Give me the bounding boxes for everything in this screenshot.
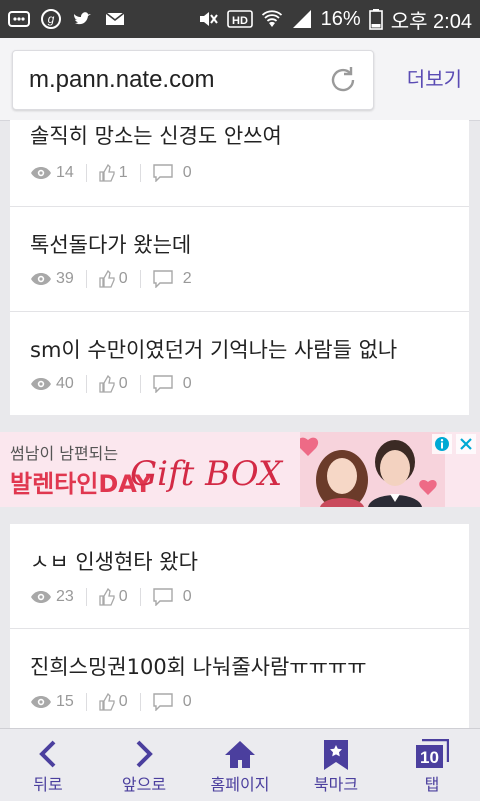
post-title[interactable]: sm이 수만이였던거 기억나는 사람들 없나 [30,334,397,364]
tabs-label: 탭 [424,775,440,794]
comments-count: 2 [182,270,192,287]
likes-count: 0 [118,693,128,710]
post-item[interactable]: 진희스밍권100회 나눠줄사람ㅠㅠㅠㅠ 15 0 0 [10,628,469,728]
tabs-button[interactable]: 10 탭 [384,729,480,801]
views-icon [31,378,51,390]
post-item[interactable]: 솔직히 망소는 신경도 안쓰여 14 1 0 [10,120,469,207]
hd-label: HD [232,15,248,27]
back-arrow-icon [39,740,56,768]
forward-label: 앞으로 [121,775,167,794]
comment-icon [153,693,173,711]
status-bar: g HD 16% 오후 2:04 [0,0,480,38]
post-list-card: 솔직히 망소는 신경도 안쓰여 14 1 0 톡선돌다가 왔는데 39 0 2 … [10,120,469,415]
mail-icon [104,8,126,30]
like-icon [99,270,115,288]
twitter-icon [72,8,94,30]
page-content[interactable]: 솔직히 망소는 신경도 안쓰여 14 1 0 톡선돌다가 왔는데 39 0 2 … [0,120,480,728]
comments-count: 0 [182,693,192,710]
comments-count: 0 [182,375,192,392]
bookmark-icon [324,740,348,770]
post-meta: 39 0 2 [30,270,192,288]
wifi-icon [261,8,283,30]
forward-arrow-icon [136,740,153,768]
post-meta: 40 0 0 [30,375,192,393]
more-notifications-icon [8,8,30,30]
post-item[interactable]: sm이 수만이였던거 기억나는 사람들 없나 40 0 0 [10,311,469,415]
ad-gift-text: Gift BOX [130,454,283,494]
likes-count: 0 [118,270,128,287]
post-title[interactable]: 진희스밍권100회 나눠줄사람ㅠㅠㅠㅠ [30,651,367,681]
like-icon [99,375,115,393]
ad-banner[interactable]: 썸남이 남편되는 발렌타인DAY Gift BOX [0,432,480,507]
post-title[interactable]: 톡선돌다가 왔는데 [30,229,191,259]
hd-voice-icon: HD [226,8,253,30]
address-bar: m.pann.nate.com 더보기 [0,38,480,121]
reload-icon[interactable] [327,64,359,96]
ad-info-icon[interactable] [432,434,452,454]
views-icon [31,273,51,285]
svg-text:g: g [48,12,55,26]
url-text[interactable]: m.pann.nate.com [29,51,214,109]
signal-icon [291,8,313,30]
post-list-card: ㅅㅂ 인생현타 왔다 23 0 0 진희스밍권100회 나눠줄사람ㅠㅠㅠㅠ 15… [10,524,469,728]
ad-couple-image [300,432,445,507]
battery-icon [368,8,383,30]
back-button[interactable]: 뒤로 [0,729,96,801]
likes-count: 0 [118,375,128,392]
post-title[interactable]: 솔직히 망소는 신경도 안쓰여 [30,120,282,150]
views-count: 39 [56,270,74,287]
post-item[interactable]: ㅅㅂ 인생현타 왔다 23 0 0 [10,524,469,629]
post-item[interactable]: 톡선돌다가 왔는데 39 0 2 [10,206,469,312]
views-count: 14 [56,164,74,181]
post-meta: 23 0 0 [30,588,192,606]
home-button[interactable]: 홈페이지 [192,729,288,801]
url-field[interactable]: m.pann.nate.com [12,50,374,110]
more-button[interactable]: 더보기 [407,38,462,120]
bookmark-label: 북마크 [313,775,359,794]
views-count: 23 [56,588,74,605]
tabs-icon: 10 [416,739,449,768]
like-icon [99,588,115,606]
likes-count: 0 [118,588,128,605]
comments-count: 0 [182,588,192,605]
comment-icon [153,164,173,182]
post-meta: 14 1 0 [30,164,192,182]
like-icon [99,693,115,711]
clock: 오후 2:04 [390,10,472,33]
comment-icon [153,270,173,288]
like-icon [99,164,115,182]
mute-icon [197,8,219,30]
app-g-icon: g [40,8,62,30]
ad-tagline: 썸남이 남편되는 [10,444,119,463]
views-icon [31,696,51,708]
tab-count: 10 [420,748,439,767]
comment-icon [153,375,173,393]
views-icon [31,591,51,603]
browser-bottom-nav: 뒤로 앞으로 홈페이지 북마크 10 탭 [0,728,480,801]
comments-count: 0 [182,164,192,181]
home-icon [225,741,255,768]
home-label: 홈페이지 [210,775,270,794]
comment-icon [153,588,173,606]
back-label: 뒤로 [33,775,63,794]
likes-count: 1 [118,164,128,181]
views-count: 15 [56,693,74,710]
forward-button[interactable]: 앞으로 [96,729,192,801]
views-icon [31,167,51,179]
views-count: 40 [56,375,74,392]
post-meta: 15 0 0 [30,693,192,711]
bookmark-button[interactable]: 북마크 [288,729,384,801]
ad-close-icon[interactable] [456,434,476,454]
battery-percent: 16% [320,7,361,30]
post-title[interactable]: ㅅㅂ 인생현타 왔다 [30,546,198,576]
